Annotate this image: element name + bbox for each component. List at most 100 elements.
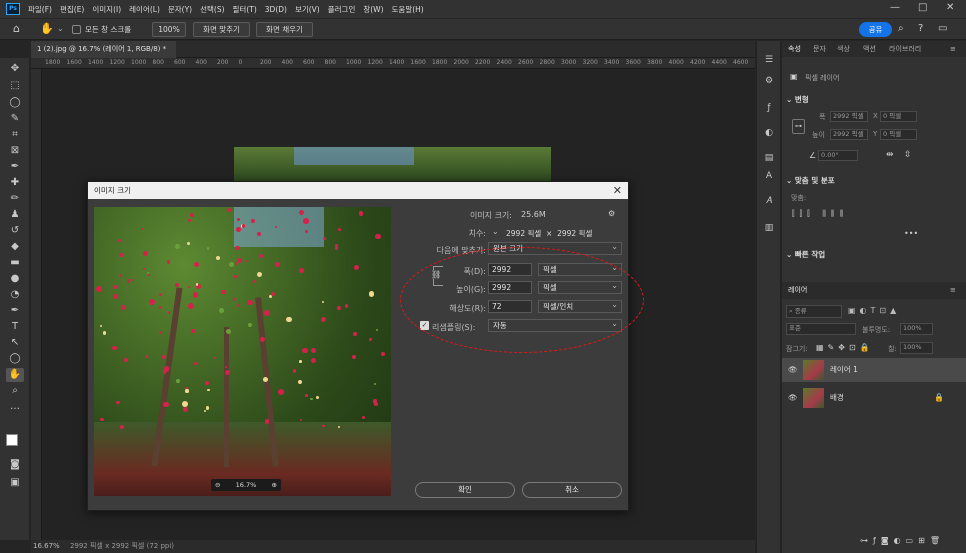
marquee-tool-icon[interactable]: ⬚ xyxy=(6,79,24,93)
layer-kind-filter[interactable]: ⌕ 종류 xyxy=(786,305,842,318)
close-icon[interactable]: ✕ xyxy=(613,182,622,199)
frame-tool-icon[interactable]: ⊠ xyxy=(6,144,24,158)
eye-icon[interactable]: 👁 xyxy=(788,358,798,382)
menu-window[interactable]: 창(W) xyxy=(363,4,383,15)
gradient-tool-icon[interactable]: ▬ xyxy=(6,256,24,270)
pen-tool-icon[interactable]: ✒ xyxy=(6,304,24,318)
share-button[interactable]: 공유 xyxy=(859,22,892,37)
minimize-button[interactable]: — xyxy=(890,2,900,13)
link-icon[interactable]: ⊶ xyxy=(792,119,805,134)
search-icon[interactable]: ⌕ xyxy=(898,23,904,34)
layer-footer-icons[interactable]: ⊶ƒ◙◐▭⊞🗑 xyxy=(860,536,945,545)
dimensions-chevron-icon[interactable]: ⌄ xyxy=(492,227,499,236)
zoom-in-icon[interactable]: ⊕ xyxy=(272,479,277,491)
panel-menu-icon[interactable]: ≡ xyxy=(950,41,956,57)
resolution-unit-select[interactable]: 픽셀/인치 xyxy=(538,299,622,313)
document-info[interactable]: 2992 픽셀 x 2992 픽셀 (72 ppi) xyxy=(70,542,174,550)
styles-panel-icon[interactable]: ƒ xyxy=(762,101,776,115)
image-preview[interactable]: ⊖ 16.7% ⊕ xyxy=(94,207,391,496)
settings-gear-icon[interactable]: ⚙ xyxy=(608,209,615,218)
adjustments-panel-icon[interactable]: ⚙ xyxy=(762,74,776,88)
workspace-icon[interactable]: ▭ xyxy=(938,23,947,34)
paragraph-panel-icon[interactable]: 𝐴 xyxy=(762,194,776,208)
shape-tool-icon[interactable]: ◯ xyxy=(6,352,24,366)
transform-y-field[interactable]: 0 픽셀 xyxy=(880,129,917,140)
quick-select-tool-icon[interactable]: ✎ xyxy=(6,112,24,126)
align-header[interactable]: ⌄ 맞춤 및 분포 xyxy=(786,175,835,186)
help-icon[interactable]: ? xyxy=(918,23,923,34)
menu-view[interactable]: 보기(V) xyxy=(295,4,320,15)
menu-select[interactable]: 선택(S) xyxy=(200,4,224,15)
blend-mode-select[interactable]: 표준 xyxy=(786,323,856,335)
clone-stamp-icon[interactable]: ♟ xyxy=(6,208,24,222)
fill-screen-button[interactable]: 화면 채우기 xyxy=(256,22,313,37)
menu-type[interactable]: 문자(Y) xyxy=(168,4,192,15)
transform-header[interactable]: ⌄ 변형 xyxy=(786,94,809,105)
tab-layers[interactable]: 레이어 xyxy=(788,282,807,299)
transform-width-field[interactable]: 2992 픽셀 xyxy=(830,111,868,122)
width-input[interactable]: 2992 xyxy=(488,263,532,276)
menu-help[interactable]: 도움말(H) xyxy=(392,4,424,15)
path-select-icon[interactable]: ↖ xyxy=(6,336,24,350)
menu-plugins[interactable]: 플러그인 xyxy=(328,4,356,15)
eye-icon[interactable]: 👁 xyxy=(788,386,798,410)
ok-button[interactable]: 확인 xyxy=(415,482,515,498)
zoom-out-icon[interactable]: ⊖ xyxy=(215,479,220,491)
zoom-tool-icon[interactable]: ⌕ xyxy=(6,384,24,398)
layer-name[interactable]: 레이어 1 xyxy=(830,358,858,382)
screen-mode-icon[interactable]: ▣ xyxy=(6,476,24,490)
menu-3d[interactable]: 3D(D) xyxy=(265,5,287,14)
layers-menu-icon[interactable]: ≡ xyxy=(950,282,956,298)
menu-edit[interactable]: 편집(E) xyxy=(60,4,84,15)
flip-horizontal-icon[interactable]: ⇹ xyxy=(886,150,894,160)
zoom-level[interactable]: 16.67% xyxy=(33,542,60,550)
quick-mask-icon[interactable]: ◙ xyxy=(6,458,24,472)
quick-actions-header[interactable]: ⌄ 빠른 작업 xyxy=(786,249,825,260)
hand-tool-icon[interactable]: ✋ xyxy=(6,368,24,382)
tab-actions[interactable]: 액션 xyxy=(863,41,876,57)
fit-to-select[interactable]: 원본 크기 xyxy=(488,241,622,255)
transform-x-field[interactable]: 0 픽셀 xyxy=(880,111,917,122)
flip-vertical-icon[interactable]: ⇳ xyxy=(904,150,912,160)
cancel-button[interactable]: 취소 xyxy=(522,482,622,498)
history-panel-icon[interactable]: ☰ xyxy=(762,53,776,67)
resolution-input[interactable]: 72 xyxy=(488,300,532,313)
resample-checkbox[interactable]: ✓ xyxy=(420,321,429,330)
opacity-field[interactable]: 100% xyxy=(900,323,933,335)
history-brush-icon[interactable]: ↺ xyxy=(6,224,24,238)
brush-tool-icon[interactable]: ✏ xyxy=(6,192,24,206)
lock-icons[interactable]: ▦✎✥⊡🔒 xyxy=(816,343,874,352)
layer-row[interactable]: 👁 배경 🔒 xyxy=(782,386,966,410)
tab-character[interactable]: 문자 xyxy=(813,41,826,57)
blur-tool-icon[interactable]: ● xyxy=(6,272,24,286)
zoom-100-button[interactable]: 100% xyxy=(152,22,186,37)
height-input[interactable]: 2992 xyxy=(488,281,532,294)
menu-file[interactable]: 파일(F) xyxy=(28,4,52,15)
eraser-tool-icon[interactable]: ◆ xyxy=(6,240,24,254)
layer-filter-icons[interactable]: ▣◐T⊡▲ xyxy=(848,306,900,315)
more-tools-icon[interactable]: … xyxy=(6,400,24,414)
move-tool-icon[interactable]: ✥ xyxy=(6,62,24,76)
more-options[interactable]: ••• xyxy=(904,229,918,238)
angle-field[interactable]: 0.00° xyxy=(818,150,858,161)
home-icon[interactable]: ⌂ xyxy=(13,22,20,35)
layer-name[interactable]: 배경 xyxy=(830,386,844,410)
fit-screen-button[interactable]: 화면 맞추기 xyxy=(193,22,250,37)
document-tab[interactable]: 1 (2).jpg @ 16.7% (레이어 1, RGB/8) * ✕ xyxy=(31,41,176,70)
paths-panel-icon[interactable]: ◐ xyxy=(762,126,776,140)
height-unit-select[interactable]: 픽셀 xyxy=(538,280,622,294)
hand-tool-icon[interactable]: ✋ xyxy=(40,22,54,35)
crop-tool-icon[interactable]: ⌗ xyxy=(6,128,24,142)
align-icons[interactable]: ⫿⫿⫿ ⫼⫼⫼ xyxy=(792,209,848,219)
chevron-down-icon[interactable]: ⌄ xyxy=(57,24,64,33)
healing-brush-icon[interactable]: ✚ xyxy=(6,176,24,190)
dodge-tool-icon[interactable]: ◔ xyxy=(6,288,24,302)
tab-properties[interactable]: 속성 xyxy=(788,41,801,57)
tab-color[interactable]: 색상 xyxy=(837,41,850,57)
resample-select[interactable]: 자동 xyxy=(488,318,622,332)
maximize-button[interactable]: □ xyxy=(918,2,927,13)
width-unit-select[interactable]: 픽셀 xyxy=(538,262,622,276)
close-window-button[interactable]: ✕ xyxy=(946,2,954,13)
layer-row[interactable]: 👁 레이어 1 xyxy=(782,358,966,382)
fill-field[interactable]: 100% xyxy=(900,342,933,354)
